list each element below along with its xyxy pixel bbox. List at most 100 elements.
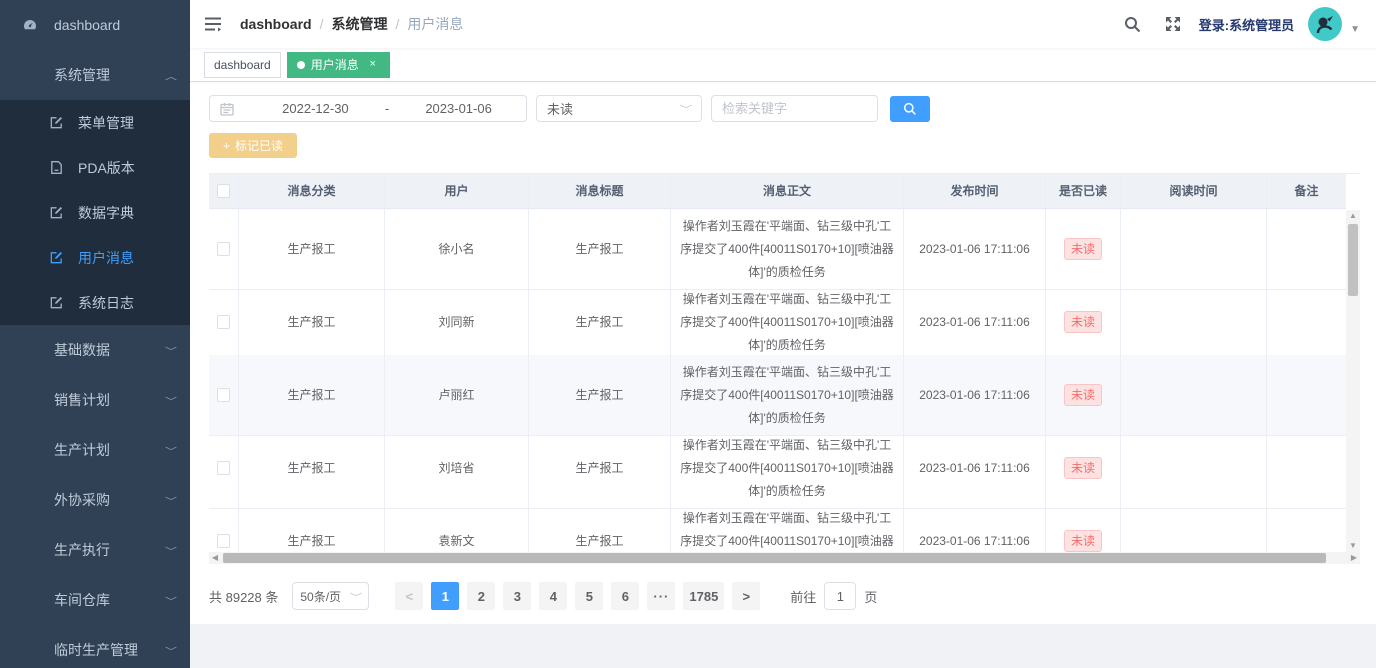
page-button-2[interactable]: 2	[467, 582, 495, 610]
cell-category: 生产报工	[239, 355, 385, 436]
scroll-down-arrow-icon[interactable]: ▼	[1346, 540, 1360, 552]
sidebar-item-menu-mgmt[interactable]: 菜单管理	[0, 100, 190, 145]
cell-title: 生产报工	[529, 209, 671, 290]
document-icon	[48, 160, 64, 176]
horizontal-scroll-thumb[interactable]	[223, 553, 1326, 563]
table-row[interactable]: 生产报工 徐小名 生产报工 操作者刘玉霞在'平端面、钻三级中孔'工序提交了400…	[209, 209, 1346, 282]
chevron-down-icon: ﹀	[350, 589, 363, 603]
tab-dashboard[interactable]: dashboard	[204, 52, 281, 78]
cell-read-time	[1121, 282, 1267, 363]
cell-remark	[1267, 209, 1346, 290]
app-root: dashboard 系统管理 ︿ 菜单管理 PDA版本	[0, 0, 1376, 668]
caret-down-icon[interactable]: ▼	[1350, 24, 1360, 35]
unread-status-badge: 未读	[1064, 457, 1102, 479]
grid-icon	[22, 342, 38, 358]
table-row[interactable]: 生产报工 卢丽红 生产报工 操作者刘玉霞在'平端面、钻三级中孔'工序提交了400…	[209, 355, 1346, 428]
select-all-checkbox[interactable]	[217, 184, 230, 198]
tab-user-messages[interactable]: 用户消息 ×	[287, 52, 390, 78]
vertical-scroll-thumb[interactable]	[1348, 224, 1358, 296]
header-select-all-cell	[209, 174, 239, 209]
sidebar-item-label: 基础数据	[54, 340, 166, 360]
pagination-total: 共 89228 条	[209, 587, 278, 606]
login-user-label: 登录:系统管理员	[1199, 15, 1294, 34]
column-header-remark: 备注	[1267, 174, 1346, 209]
magnifier-icon	[903, 102, 917, 116]
sidebar-item-data-dictionary[interactable]: 数据字典	[0, 190, 190, 235]
active-dot-icon	[297, 61, 305, 69]
prev-page-button[interactable]: <	[395, 582, 423, 610]
sidebar-item-user-messages[interactable]: 用户消息	[0, 235, 190, 280]
mark-read-button[interactable]: + 标记已读	[209, 133, 297, 158]
user-avatar[interactable]	[1308, 7, 1342, 41]
scroll-up-arrow-icon[interactable]: ▲	[1346, 210, 1360, 222]
row-checkbox[interactable]	[217, 388, 230, 402]
table-row[interactable]: 生产报工 刘培省 生产报工 操作者刘玉霞在'平端面、钻三级中孔'工序提交了400…	[209, 428, 1346, 501]
sidebar-item-label: 用户消息	[78, 248, 176, 268]
sidebar-item-label: 菜单管理	[78, 113, 176, 133]
page-button-1[interactable]: 1	[431, 582, 459, 610]
fullscreen-icon[interactable]	[1163, 14, 1183, 34]
cell-remark	[1267, 428, 1346, 509]
sidebar-item-dashboard[interactable]: dashboard	[0, 0, 190, 50]
chevron-down-icon: ﹀	[165, 493, 177, 507]
sidebar-item-temp-production-mgmt[interactable]: 临时生产管理 ﹀	[0, 625, 190, 668]
row-select-cell	[209, 428, 239, 509]
sidebar-item-production-execution[interactable]: 生产执行 ﹀	[0, 525, 190, 575]
keyword-search-input[interactable]	[711, 95, 878, 122]
read-status-select[interactable]: 未读 ﹀	[536, 95, 702, 122]
sidebar-item-system-logs[interactable]: 系统日志	[0, 280, 190, 325]
search-icon[interactable]	[1123, 14, 1143, 34]
row-checkbox[interactable]	[217, 461, 230, 475]
sidebar-item-pda-version[interactable]: PDA版本	[0, 145, 190, 190]
horizontal-scrollbar[interactable]: ◀ ▶	[209, 552, 1360, 564]
page-button-6[interactable]: 6	[611, 582, 639, 610]
sidebar-item-system-mgmt[interactable]: 系统管理 ︿	[0, 50, 190, 100]
tab-label: dashboard	[214, 58, 271, 72]
sidebar-item-label: 临时生产管理	[54, 640, 166, 660]
date-range-picker[interactable]: 2022-12-30 - 2023-01-06	[209, 95, 527, 122]
edit-icon	[48, 115, 64, 131]
sidebar-item-sales-plan[interactable]: 销售计划 ﹀	[0, 375, 190, 425]
cell-read-time	[1121, 355, 1267, 436]
chevron-down-icon: ﹀	[165, 543, 177, 557]
grid-icon	[22, 642, 38, 658]
page-button-4[interactable]: 4	[539, 582, 567, 610]
page-button-1785[interactable]: 1785	[683, 582, 724, 610]
page-button-3[interactable]: 3	[503, 582, 531, 610]
page-size-select[interactable]: 50条/页 ﹀	[292, 582, 369, 610]
goto-page-input[interactable]	[824, 582, 856, 610]
sidebar-item-production-plan[interactable]: 生产计划 ﹀	[0, 425, 190, 475]
breadcrumb-dashboard[interactable]: dashboard	[240, 16, 312, 32]
close-icon[interactable]: ×	[366, 58, 380, 72]
column-header-is-read: 是否已读	[1046, 174, 1121, 209]
chevron-down-icon: ﹀	[165, 343, 177, 357]
scroll-right-arrow-icon[interactable]: ▶	[1348, 552, 1360, 564]
sidebar-item-workshop-warehouse[interactable]: 车间仓库 ﹀	[0, 575, 190, 625]
table-row[interactable]: 生产报工 刘同新 生产报工 操作者刘玉霞在'平端面、钻三级中孔'工序提交了400…	[209, 282, 1346, 355]
row-checkbox[interactable]	[217, 242, 230, 256]
date-start-value[interactable]: 2022-12-30	[258, 101, 373, 116]
cell-content: 操作者刘玉霞在'平端面、钻三级中孔'工序提交了400件[40011S0170+1…	[671, 428, 904, 509]
hamburger-icon[interactable]	[204, 14, 224, 34]
row-checkbox[interactable]	[217, 534, 230, 548]
row-checkbox[interactable]	[217, 315, 230, 329]
page-button-5[interactable]: 5	[575, 582, 603, 610]
search-button[interactable]	[890, 96, 930, 122]
mark-read-label: 标记已读	[235, 137, 283, 154]
edit-icon	[48, 205, 64, 221]
cell-remark	[1267, 355, 1346, 436]
sidebar-item-basic-data[interactable]: 基础数据 ﹀	[0, 325, 190, 375]
vertical-scrollbar[interactable]: ▲ ▼	[1346, 210, 1360, 552]
grid-icon	[22, 542, 38, 558]
cell-publish-time: 2023-01-06 17:11:06	[904, 282, 1046, 363]
grid-icon	[22, 492, 38, 508]
sidebar-item-label: 外协采购	[54, 490, 166, 510]
cell-is-read: 未读	[1046, 428, 1121, 509]
scroll-left-arrow-icon[interactable]: ◀	[209, 552, 221, 564]
more-pages-icon[interactable]: ···	[647, 582, 675, 610]
sidebar-item-outsourcing-purchase[interactable]: 外协采购 ﹀	[0, 475, 190, 525]
row-select-cell	[209, 355, 239, 436]
date-end-value[interactable]: 2023-01-06	[401, 101, 516, 116]
breadcrumb-system-mgmt[interactable]: 系统管理	[331, 14, 387, 34]
next-page-button[interactable]: >	[732, 582, 760, 610]
